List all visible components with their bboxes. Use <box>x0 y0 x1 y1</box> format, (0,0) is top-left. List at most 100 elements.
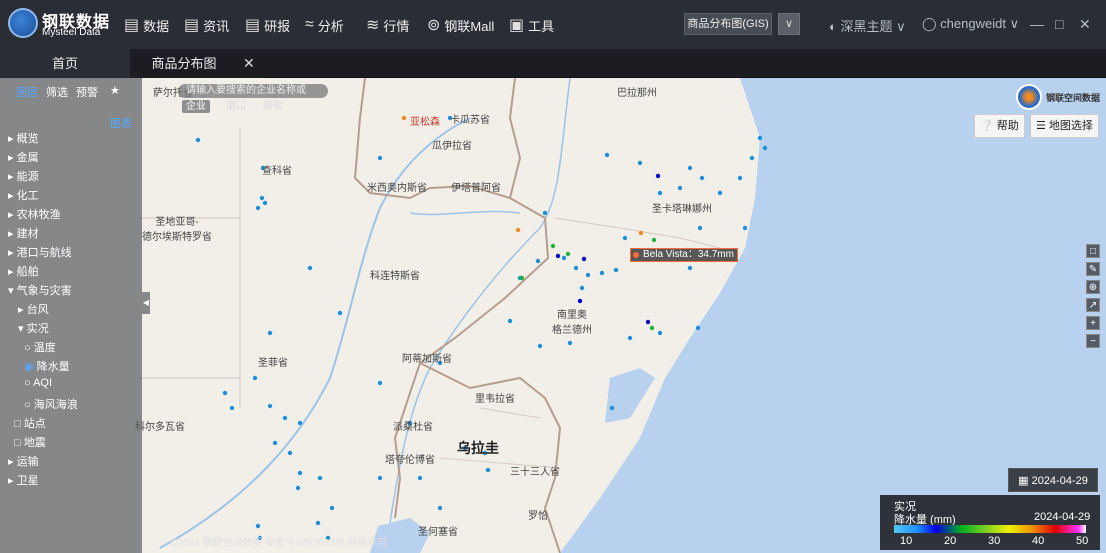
checkbox-stations[interactable]: □ 站点 <box>14 415 46 431</box>
user-menu[interactable]: ◯ chengweidt ∨ <box>922 16 1019 32</box>
map-label-parana: 巴拉那州 <box>617 88 657 99</box>
radio-precipitation[interactable]: ◉ 降水量 <box>24 358 70 374</box>
caret-down-icon: ▾ <box>18 323 27 335</box>
nav-news[interactable]: ▤ 资讯 <box>184 13 229 37</box>
map-label-florida: 圣何塞省 <box>418 527 458 538</box>
radio-aqi[interactable]: ○ AQI <box>24 377 52 389</box>
logo-subtitle: Mysteel Data <box>42 27 101 38</box>
star-icon[interactable]: ★ <box>110 84 120 97</box>
caret-right-icon: ▸ <box>8 133 17 145</box>
sidebar-item-label: 卫星 <box>16 475 39 487</box>
zoom-in-icon[interactable]: + <box>1086 316 1100 330</box>
checkbox-earthquake[interactable]: □ 地震 <box>14 434 46 450</box>
cart-icon: ⊚ <box>427 17 441 34</box>
minimize-icon[interactable]: — <box>1030 16 1044 32</box>
tab-home[interactable]: 首页 <box>0 49 130 78</box>
map-label-asuncion: 亚松森 <box>410 117 440 128</box>
radio-icon: ○ <box>24 342 34 354</box>
sidebar-item-label: 实况 <box>26 323 49 335</box>
zoom-out-icon[interactable]: − <box>1086 334 1100 348</box>
layers-icon: ☰ <box>1036 120 1049 132</box>
maximize-icon[interactable]: □ <box>1055 16 1063 32</box>
precipitation-legend: 实况 降水量 (mm) 2024-04-29 10 20 30 40 50 <box>880 495 1100 550</box>
sidebar-item-label: 建材 <box>16 228 39 240</box>
locate-tool-icon[interactable]: ⊕ <box>1086 280 1100 294</box>
map-label-caazapa: 卡瓜苏省 <box>450 115 490 126</box>
sidebar-tab-alert[interactable]: 预警 <box>76 84 98 100</box>
map-label-treinta: 三十三人省 <box>510 467 560 478</box>
nav-analysis[interactable]: ≈ 分析 <box>305 13 344 37</box>
sidebar-item-metals[interactable]: ▸ 金属 <box>8 149 39 165</box>
map-label-paysandu: 派桑杜省 <box>393 422 433 433</box>
sidebar-item-energy[interactable]: ▸ 能源 <box>8 168 39 184</box>
close-icon[interactable]: ✕ <box>1079 16 1091 33</box>
gis-view-button[interactable]: 商品分布图(GIS) <box>684 13 772 35</box>
radio-icon: ○ <box>24 377 34 389</box>
nav-tools[interactable]: ▣ 工具 <box>509 13 554 37</box>
radio-temperature[interactable]: ○ 温度 <box>24 339 56 355</box>
logo-icon <box>8 8 38 38</box>
sidebar-tab-layers[interactable]: 图层 <box>16 84 38 100</box>
close-icon[interactable]: ✕ <box>243 49 255 78</box>
square-tool-icon[interactable]: □ <box>1086 244 1100 258</box>
sidebar-item-weather[interactable]: ▾ 气象与灾害 <box>8 282 72 298</box>
sidebar-item-transport[interactable]: ▸ 运输 <box>8 453 39 469</box>
tab-map-label: 商品分布图 <box>151 56 217 71</box>
filter-tab-company[interactable]: 企业 <box>182 100 210 113</box>
map-label-itapua: 伊塔普阿省 <box>451 183 501 194</box>
filter-tab-port[interactable]: 港口 <box>222 100 250 113</box>
sidebar-item-typhoon[interactable]: ▸ 台风 <box>18 301 49 317</box>
sidebar-item-label: 温度 <box>33 342 56 354</box>
layer-sidebar: 图层 筛选 预警 ★ 图表 ▸ 概览 ▸ 金属 ▸ 能源 ▸ 化工 ▸ 农林牧渔… <box>0 78 142 553</box>
nav-report[interactable]: ▤ 研报 <box>245 13 290 37</box>
sidebar-item-label: 化工 <box>16 190 39 202</box>
sidebar-item-chemicals[interactable]: ▸ 化工 <box>8 187 39 203</box>
checkbox-icon: □ <box>14 437 24 449</box>
caret-right-icon: ▸ <box>8 171 17 183</box>
caret-right-icon: ▸ <box>8 456 17 468</box>
theme-selector[interactable]: ◐ 深黑主题 ∨ <box>829 16 906 35</box>
export-tool-icon[interactable]: ↗ <box>1086 298 1100 312</box>
news-icon: ▤ <box>184 17 200 34</box>
caret-right-icon: ▸ <box>8 475 17 487</box>
sidebar-item-satellite[interactable]: ▸ 卫星 <box>8 472 39 488</box>
legend-tick: 50 <box>1076 535 1089 547</box>
nav-data[interactable]: ▤ 数据 <box>124 13 169 37</box>
nav-market-label: 行情 <box>383 18 410 34</box>
nav-data-label: 数据 <box>143 18 170 34</box>
sidebar-item-ships[interactable]: ▸ 船舶 <box>8 263 39 279</box>
edit-tool-icon[interactable]: ✎ <box>1086 262 1100 276</box>
legend-tick: 30 <box>988 535 1001 547</box>
radio-wind-wave[interactable]: ○ 海风海浪 <box>24 396 78 412</box>
map-view[interactable]: 乌拉圭 南里奥 格兰德州 圣卡塔琳娜州 科连特斯省 圣菲省 查科省 圣地亚哥- 德尔… <box>0 78 1106 553</box>
sidebar-item-agriculture[interactable]: ▸ 农林牧渔 <box>8 206 61 222</box>
top-bar: 钢联数据 Mysteel Data ▤ 数据 ▤ 资讯 ▤ 研报 ≈ 分析 ≋ 行情 ⊚ 钢… <box>0 0 1106 49</box>
nav-tools-label: 工具 <box>528 18 555 34</box>
map-select-button[interactable]: ☰ 地图选择 <box>1030 114 1099 138</box>
app-logo[interactable]: 钢联数据 Mysteel Data <box>8 7 110 41</box>
sidebar-item-ports[interactable]: ▸ 港口与航线 <box>8 244 72 260</box>
theme-label: 深黑主题 <box>840 19 893 34</box>
sidebar-item-overview[interactable]: ▸ 概览 <box>8 130 39 146</box>
caret-right-icon: ▸ <box>18 304 27 316</box>
search-input[interactable]: 请输入要搜索的企业名称或 <box>178 84 328 98</box>
nav-market[interactable]: ≋ 行情 <box>366 13 409 37</box>
station-tooltip: Bela Vista：34.7mm <box>630 248 738 262</box>
marker-icon <box>633 252 639 258</box>
date-picker[interactable]: ▦ 2024-04-29 <box>1008 468 1098 492</box>
filter-tab-ship[interactable]: 船舶 <box>259 100 287 113</box>
collapse-sidebar-icon[interactable]: ◀ <box>142 292 150 314</box>
nav-analysis-label: 分析 <box>317 18 344 34</box>
caret-down-icon: ▾ <box>8 285 17 297</box>
nav-mall[interactable]: ⊚ 钢联Mall <box>427 13 494 37</box>
sidebar-item-live[interactable]: ▾ 实况 <box>18 320 49 336</box>
map-label-misiones: 米西奥内斯省 <box>367 183 427 194</box>
nav-report-label: 研报 <box>264 18 291 34</box>
legend-tick: 20 <box>944 535 957 547</box>
sidebar-tab-filter[interactable]: 筛选 <box>46 84 68 100</box>
sidebar-item-building[interactable]: ▸ 建材 <box>8 225 39 241</box>
chevron-down-icon[interactable]: ∨ <box>778 13 800 35</box>
legend-link[interactable]: 图表 <box>110 115 132 131</box>
radio-icon: ○ <box>24 399 34 411</box>
help-button[interactable]: ❔ 帮助 <box>974 114 1025 138</box>
